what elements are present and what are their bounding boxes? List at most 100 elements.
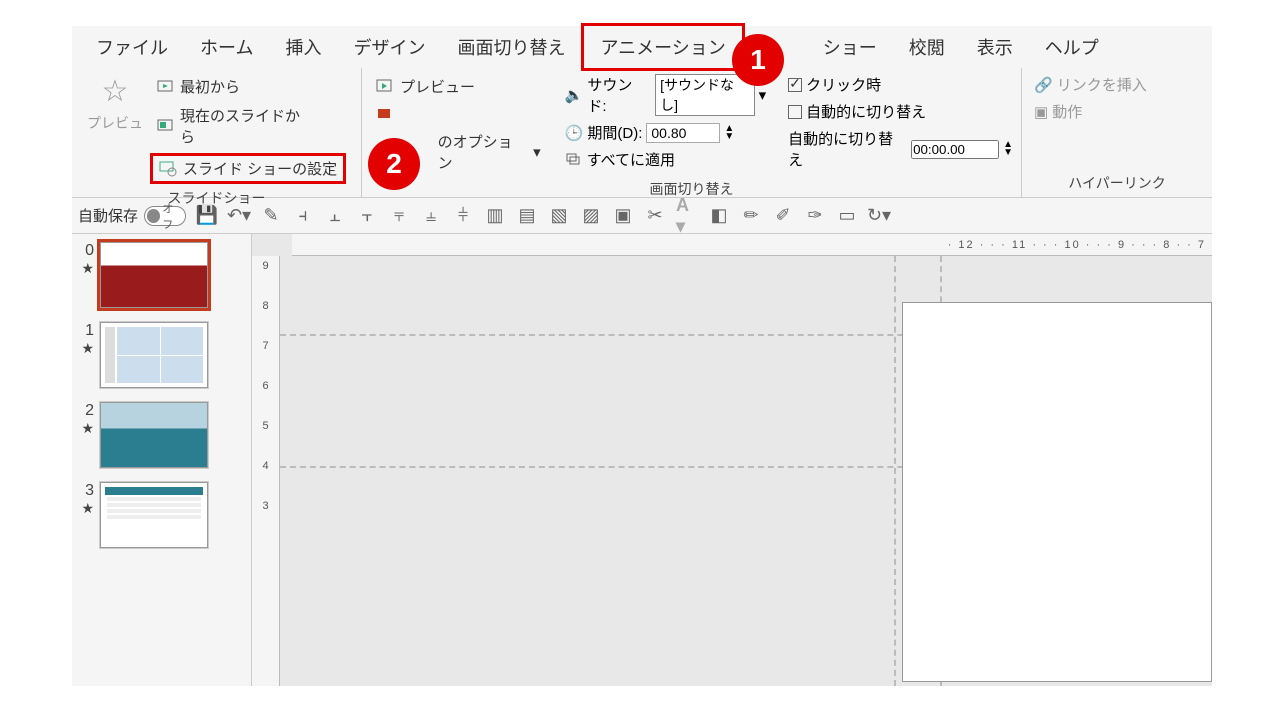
auto-after-value-row: 自動的に切り替え ▲▼ [788,128,1013,170]
shape-icon[interactable]: ▭ [836,205,858,227]
setup-slideshow-button[interactable]: スライド ショーの設定 [150,153,346,184]
action-label: 動作 [1052,101,1082,122]
action-icon: ▣ [1034,103,1048,121]
align-top-icon[interactable]: ⫧ [388,205,410,227]
slide-canvas[interactable] [280,256,1212,686]
more-icon[interactable]: ↻▾ [868,205,890,227]
tab-slideshow[interactable]: ショー [807,26,893,68]
checkbox-onclick[interactable] [788,78,802,92]
ribbon-tabs: ファイル ホーム 挿入 デザイン 画面切り替え アニメーション ショー 校閲 表… [72,26,1212,68]
highlighter-icon[interactable]: ✏ [740,205,762,227]
apply-all-icon [565,151,583,169]
duration-label: 期間(D): [587,122,642,143]
insert-link-label: リンクを挿入 [1057,74,1147,95]
sound-combo[interactable]: [サウンドなし] [655,74,754,116]
chevron-down-icon: ▾ [533,143,541,161]
monitor-play-icon [156,78,174,96]
from-current-button[interactable]: 現在のスライドから [150,103,320,149]
distribute-h-icon[interactable]: ▥ [484,205,506,227]
pen-icon[interactable]: ✐ [772,205,794,227]
chevron-down-icon[interactable]: ▾ [759,86,767,104]
from-beginning-label: 最初から [180,76,240,97]
slide-thumbnails: 0★ 1★ 2★ 3★ [72,234,252,686]
transition-gallery[interactable] [370,103,547,125]
apply-all-label: すべてに適用 [587,149,675,170]
preview-button[interactable]: ☆ プレビュ [80,74,150,133]
slide-editor: · 12 · · · 11 · · · 10 · · · 9 · · · 8 ·… [252,234,1212,686]
tab-review[interactable]: 校閲 [893,26,961,68]
group-label-hyperlink: ハイパーリンク [1030,169,1204,197]
tab-home[interactable]: ホーム [184,26,269,68]
duration-input[interactable] [646,123,720,143]
monitor-gear-icon [159,160,177,178]
action-button[interactable]: ▣ 動作 [1034,101,1147,122]
thumbnail-3[interactable]: 3★ [76,482,247,548]
on-click-label: クリック時 [806,74,881,95]
tab-view[interactable]: 表示 [961,26,1029,68]
insert-link-button[interactable]: 🔗 リンクを挿入 [1034,74,1147,95]
slide-thumb [100,402,208,468]
transition-preview-label: プレビュー [400,76,475,97]
spinner-icon[interactable]: ▲▼ [1003,141,1013,157]
slide-surface[interactable] [902,302,1212,682]
sound-row: 🔈 サウンド: [サウンドなし] ▾ [565,74,766,116]
callout-badge-1: 1 [732,34,784,86]
thumbnail-2[interactable]: 2★ [76,402,247,468]
ink-icon[interactable]: ✑ [804,205,826,227]
from-current-label: 現在のスライドから [180,105,314,147]
from-beginning-button[interactable]: 最初から [150,74,346,99]
auto-after-check-label: 自動的に切り替え [806,101,926,122]
spinner-icon[interactable]: ▲▼ [724,125,734,141]
setup-slideshow-label: スライド ショーの設定 [183,158,337,179]
vertical-ruler: 9 8 7 6 5 4 3 [252,256,280,686]
align-bottom-icon[interactable]: ⫩ [452,205,474,227]
transition-icon [376,105,394,123]
ribbon: ☆ プレビュ 最初から 現在のスライドから [72,68,1212,198]
preview-play-icon [376,78,394,96]
slide-thumb [100,242,208,308]
effect-options-label: のオプション [438,131,528,173]
eraser-icon[interactable]: ◧ [708,205,730,227]
tab-file[interactable]: ファイル [80,26,184,68]
slide-thumb [100,322,208,388]
workspace: 0★ 1★ 2★ 3★ · 12 · · · 11 · · · 10 · · ·… [72,234,1212,686]
bring-front-icon[interactable]: ▧ [548,205,570,227]
thumbnail-0[interactable]: 0★ [76,242,247,308]
duration-row: 🕒 期間(D): ▲▼ [565,122,766,143]
tab-insert[interactable]: 挿入 [269,26,337,68]
tab-animations[interactable]: アニメーション [581,23,744,71]
powerpoint-window: ファイル ホーム 挿入 デザイン 画面切り替え アニメーション ショー 校閲 表… [72,26,1212,686]
font-icon[interactable]: A ▾ [676,205,698,227]
selection-pane-icon[interactable]: ▣ [612,205,634,227]
align-middle-icon[interactable]: ⫨ [420,205,442,227]
preview-label: プレビュ [87,113,143,133]
group-hyperlink: 🔗 リンクを挿入 ▣ 動作 ハイパーリンク [1022,68,1212,197]
horizontal-ruler: · 12 · · · 11 · · · 10 · · · 9 · · · 8 ·… [292,234,1212,256]
checkbox-autoafter[interactable] [788,105,802,119]
group-label-transitions: 画面切り替え [370,175,1013,203]
callout-badge-2: 2 [368,138,420,190]
send-back-icon[interactable]: ▨ [580,205,602,227]
crop-icon[interactable]: ✂ [644,205,666,227]
apply-all-button[interactable]: すべてに適用 [565,149,766,170]
tab-help[interactable]: ヘルプ [1029,26,1115,68]
clock-icon: 🕒 [565,124,584,142]
auto-after-check-row[interactable]: 自動的に切り替え [788,101,1013,122]
auto-after-input[interactable] [911,140,999,159]
group-slideshow: ☆ プレビュ 最初から 現在のスライドから [72,68,362,197]
transition-preview-button[interactable]: プレビュー [370,74,547,99]
auto-after-row-label: 自動的に切り替え [788,128,907,170]
align-right-icon[interactable]: ⫟ [356,205,378,227]
speaker-icon: 🔈 [565,86,584,104]
monitor-current-icon [156,117,174,135]
thumbnail-1[interactable]: 1★ [76,322,247,388]
star-icon: ☆ [102,74,129,109]
on-click-row[interactable]: クリック時 [788,74,1013,95]
guide-vertical [894,256,896,686]
sound-label: サウンド: [587,74,651,116]
distribute-v-icon[interactable]: ▤ [516,205,538,227]
tab-transitions[interactable]: 画面切り替え [441,26,581,68]
group-transitions: プレビュー のオプション ▾ 🔈 [362,68,1022,197]
slide-thumb [100,482,208,548]
tab-design[interactable]: デザイン [337,26,441,68]
